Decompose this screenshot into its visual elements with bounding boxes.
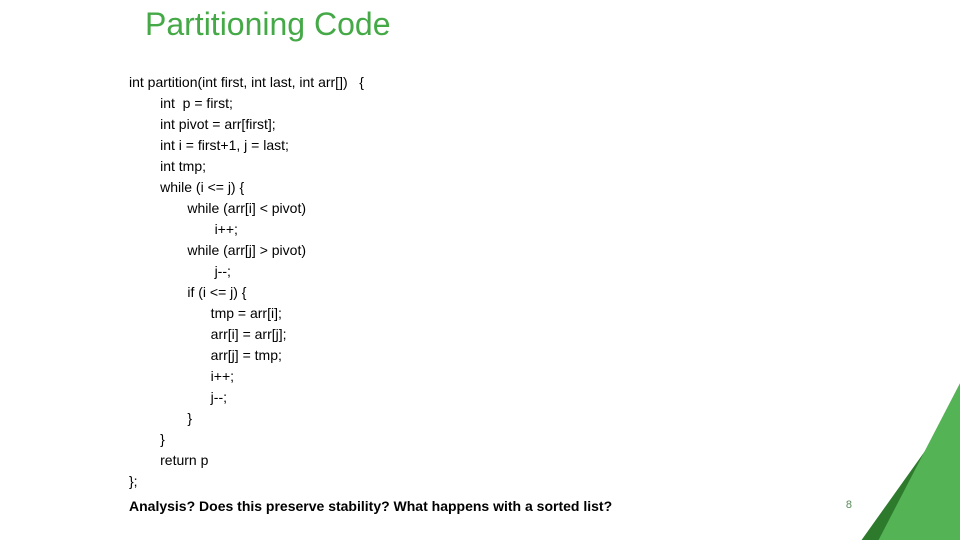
slide-title: Partitioning Code <box>145 6 390 43</box>
analysis-question: Analysis? Does this preserve stability? … <box>129 498 612 514</box>
page-number: 8 <box>846 499 852 511</box>
corner-decoration <box>760 250 960 540</box>
code-block: int partition(int first, int last, int a… <box>129 72 364 492</box>
